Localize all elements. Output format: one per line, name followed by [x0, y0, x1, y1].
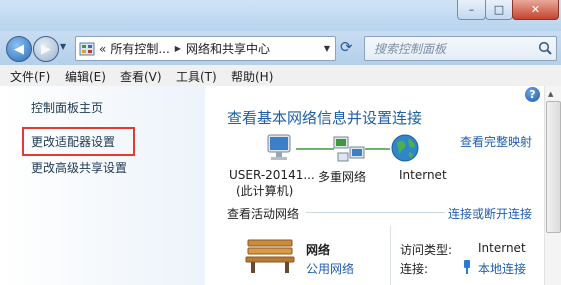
breadcrumb-overflow[interactable]: « [99, 42, 106, 56]
access-type-value: Internet [478, 241, 526, 255]
refresh-button[interactable]: ⟳ [340, 38, 353, 56]
vertical-divider [390, 226, 391, 285]
page-title: 查看基本网络信息并设置连接 [227, 109, 423, 127]
back-button[interactable]: ◀ [6, 36, 32, 62]
breadcrumb-network-center[interactable]: 网络和共享中心 [186, 40, 270, 57]
highlight-box [22, 127, 135, 156]
scroll-up-arrow-icon[interactable]: ▲ [548, 90, 553, 98]
control-panel-icon [79, 42, 95, 55]
ethernet-plug-icon [464, 260, 470, 274]
connection-label: 连接: [400, 262, 429, 276]
address-bar[interactable]: « 所有控制... ▶ 网络和共享中心 ▼ [75, 36, 336, 61]
change-advanced-sharing-link[interactable]: 更改高级共享设置 [31, 159, 127, 176]
minimize-icon: – [468, 3, 475, 16]
address-dropdown-icon[interactable]: ▼ [324, 44, 330, 53]
back-arrow-icon: ◀ [14, 41, 24, 57]
computer-icon [267, 134, 291, 160]
menu-file[interactable]: 文件(F) [10, 68, 50, 85]
menu-help[interactable]: 帮助(H) [231, 68, 273, 85]
close-button[interactable]: ✕ [512, 0, 559, 20]
maximize-button[interactable]: □ [485, 0, 513, 20]
control-panel-home-link[interactable]: 控制面板主页 [31, 99, 103, 116]
chevron-down-icon: ▼ [60, 42, 67, 51]
view-full-map-link[interactable]: 查看完整映射 [460, 133, 532, 150]
forward-button[interactable]: ▶ [33, 36, 59, 62]
help-button[interactable]: ? [525, 87, 540, 102]
network-name: 网络 [306, 243, 331, 257]
computer-label: USER-20141... [229, 168, 315, 182]
refresh-icon: ⟳ [340, 38, 353, 56]
menu-view[interactable]: 查看(V) [120, 68, 162, 85]
connection-line [296, 148, 334, 150]
network-type-link[interactable]: 公用网络 [306, 260, 354, 277]
internet-globe-icon [391, 134, 419, 162]
local-connection-link[interactable]: 本地连接 [478, 260, 526, 277]
bench-icon [245, 239, 295, 273]
connection-line [365, 148, 390, 150]
connect-disconnect-link[interactable]: 连接或断开连接 [448, 205, 532, 222]
breadcrumb-separator-icon[interactable]: ▶ [175, 44, 181, 53]
access-type-label: 访问类型: [400, 243, 453, 257]
multiple-networks-icon [333, 136, 365, 162]
menu-edit[interactable]: 编辑(E) [65, 68, 106, 85]
section-divider [306, 212, 445, 213]
help-icon: ? [529, 88, 536, 101]
search-input[interactable]: 搜索控制面板 [364, 36, 557, 61]
minimize-button[interactable]: – [457, 0, 486, 20]
multiple-networks-label: 多重网络 [318, 170, 367, 184]
computer-sublabel: (此计算机) [236, 184, 294, 198]
close-icon: ✕ [530, 3, 541, 16]
search-icon[interactable] [538, 41, 552, 55]
active-networks-header: 查看活动网络 [227, 207, 300, 221]
breadcrumb-all-control-panel[interactable]: 所有控制... [110, 40, 169, 57]
scrollbar-thumb[interactable] [546, 101, 561, 233]
forward-arrow-icon: ▶ [41, 41, 51, 57]
menu-tools[interactable]: 工具(T) [176, 68, 217, 85]
recent-pages-dropdown[interactable]: ▼ [60, 42, 66, 51]
search-placeholder: 搜索控制面板 [374, 42, 447, 56]
internet-label: Internet [399, 168, 447, 182]
maximize-icon: □ [493, 3, 505, 16]
